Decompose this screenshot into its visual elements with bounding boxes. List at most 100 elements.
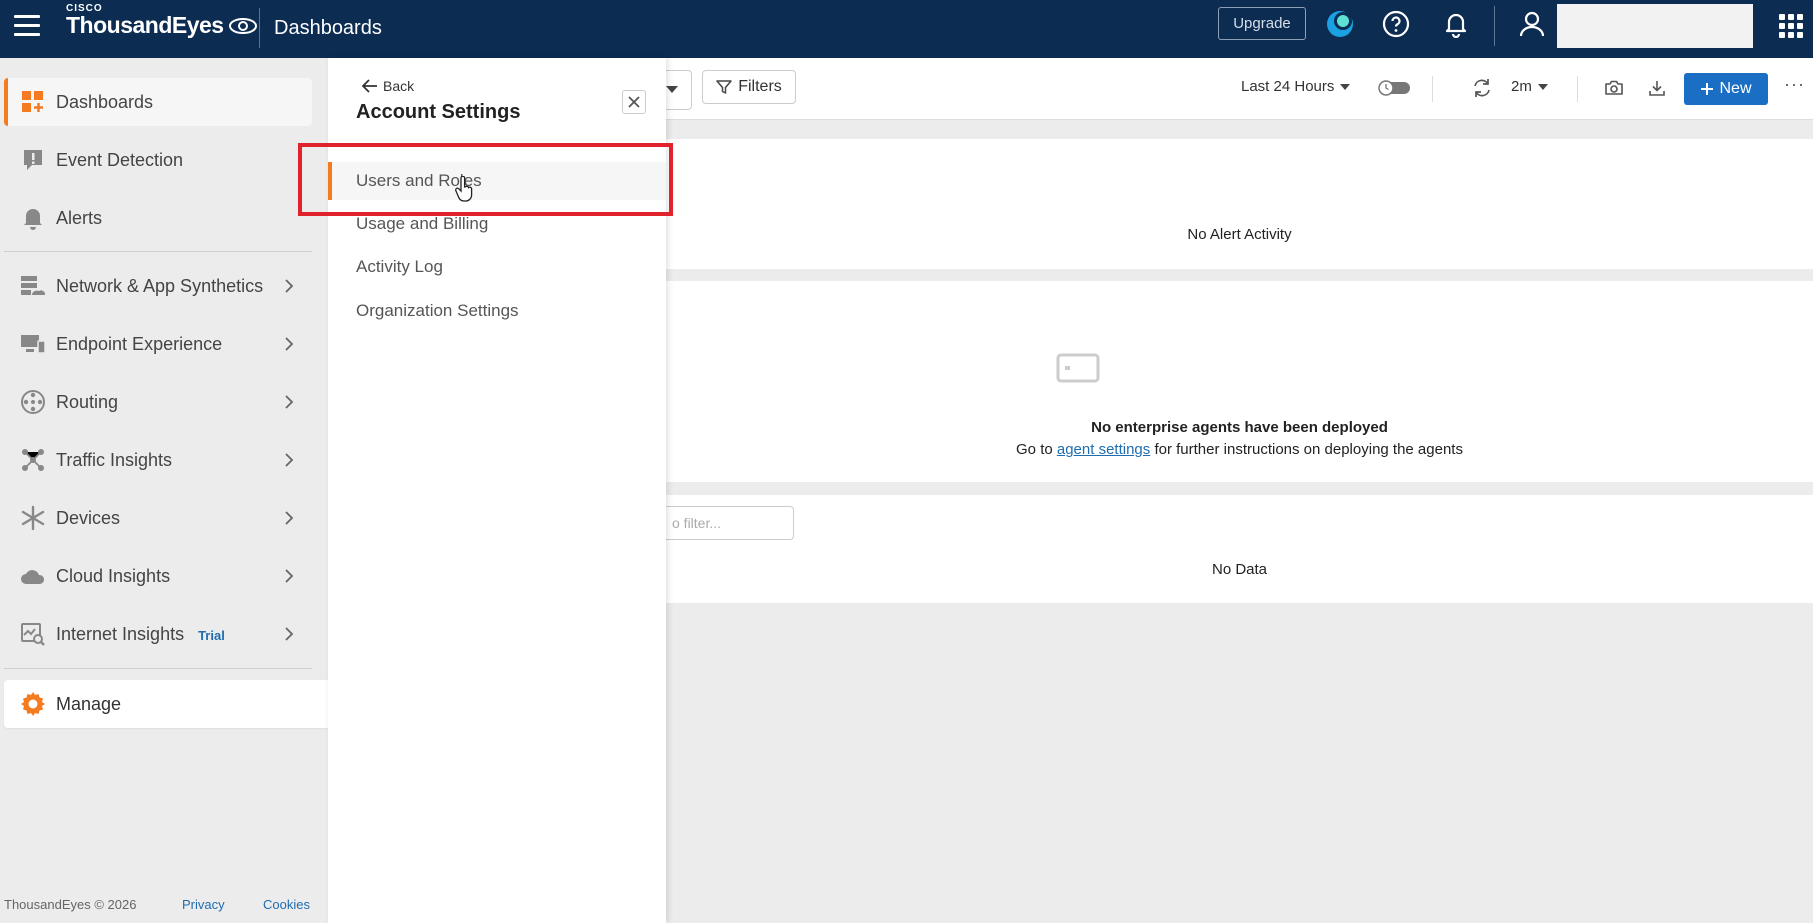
account-settings-panel: Back Account Settings Users and Roles Us… [328, 58, 666, 923]
panel-title: Account Settings [356, 101, 521, 123]
cloud-icon [20, 563, 46, 589]
nav-item-endpoint-experience[interactable]: Endpoint Experience [4, 320, 312, 368]
assistant-icon[interactable] [1324, 8, 1356, 40]
nav-label: Network & App Synthetics [56, 275, 264, 296]
menu-item-organization-settings[interactable]: Organization Settings [328, 292, 666, 330]
chevron-right-icon [285, 627, 294, 641]
menu-item-activity-log[interactable]: Activity Log [328, 248, 666, 286]
nav-divider [4, 668, 312, 669]
chevron-right-icon [285, 569, 294, 583]
caret-down-icon [666, 86, 678, 93]
caret-down-icon [1340, 83, 1351, 90]
more-options-icon[interactable]: ··· [1784, 74, 1805, 95]
top-bar: CISCO ThousandEyes Dashboards Upgrade [0, 0, 1813, 58]
nav-item-cloud-insights[interactable]: Cloud Insights [4, 552, 312, 600]
menu-item-users-and-roles[interactable]: Users and Roles [328, 162, 666, 200]
close-icon [628, 96, 640, 108]
time-range-dropdown[interactable]: Last 24 Hours [1241, 78, 1351, 95]
new-button[interactable]: New [1684, 73, 1768, 105]
user-name-box[interactable] [1557, 4, 1753, 48]
help-icon[interactable] [1380, 8, 1412, 40]
endpoint-devices-icon [20, 331, 46, 357]
data-table-widget: No Data [666, 495, 1813, 603]
upgrade-button[interactable]: Upgrade [1218, 7, 1306, 40]
no-agents-title: No enterprise agents have been deployed [1091, 419, 1388, 436]
agents-widget: No enterprise agents have been deployed … [666, 281, 1813, 482]
nav-item-internet-insights[interactable]: Internet Insights Trial [4, 610, 312, 658]
nav-item-alerts[interactable]: Alerts [4, 194, 312, 242]
dashboard-toolbar: Filters Last 24 Hours 2m New ··· [666, 58, 1813, 120]
filter-input[interactable] [666, 506, 794, 540]
chevron-right-icon [285, 337, 294, 351]
arrow-left-icon [362, 79, 377, 93]
logo-divider [259, 8, 260, 48]
dashboard-select-dropdown[interactable] [666, 70, 692, 110]
nav-item-event-detection[interactable]: Event Detection [4, 136, 312, 184]
nav-label: Devices [56, 507, 121, 528]
dashboards-icon [20, 89, 46, 115]
nav-label: Internet Insights [56, 623, 185, 644]
plus-icon [1701, 83, 1714, 95]
agent-settings-link[interactable]: agent settings [1057, 441, 1150, 458]
no-alert-activity-text: No Alert Activity [1187, 226, 1292, 243]
nav-item-traffic-insights[interactable]: Traffic Insights [4, 436, 312, 484]
nav-label: Routing [56, 391, 119, 412]
eye-logo-icon [228, 17, 257, 34]
app-switcher-icon[interactable] [1779, 14, 1803, 38]
back-label: Back [383, 78, 415, 94]
nav-label: Traffic Insights [56, 449, 173, 470]
alerts-widget: No Alert Activity [666, 139, 1813, 269]
time-range-value: Last 24 Hours [1241, 78, 1335, 95]
devices-asterisk-icon [20, 505, 46, 531]
nav-label: Cloud Insights [56, 565, 171, 586]
thousandeyes-logo[interactable]: CISCO ThousandEyes [66, 3, 258, 39]
notifications-bell-icon[interactable] [1440, 8, 1472, 40]
agent-device-icon [1056, 353, 1100, 383]
gear-icon [20, 691, 46, 717]
menu-item-usage-and-billing[interactable]: Usage and Billing [328, 205, 666, 243]
event-detection-icon [20, 147, 46, 173]
internet-insights-icon [20, 621, 46, 647]
trial-badge: Trial [198, 627, 225, 643]
back-button[interactable]: Back [362, 78, 414, 94]
hamburger-menu-icon[interactable] [14, 15, 40, 37]
nav-item-dashboards[interactable]: Dashboards [4, 78, 312, 126]
refresh-interval-dropdown[interactable]: 2m [1511, 78, 1548, 95]
nav-label: Event Detection [56, 149, 184, 170]
chevron-right-icon [285, 511, 294, 525]
nav-divider [4, 251, 312, 252]
footer-copyright: ThousandEyes © 2026 [4, 897, 137, 912]
refresh-icon[interactable] [1470, 76, 1494, 100]
alerts-bell-icon [20, 205, 46, 231]
user-profile-icon[interactable] [1516, 8, 1548, 40]
camera-snapshot-icon[interactable] [1602, 76, 1626, 100]
new-label: New [1719, 80, 1752, 97]
filters-button[interactable]: Filters [702, 70, 796, 104]
nav-item-routing[interactable]: Routing [4, 378, 312, 426]
toolbar-divider [1577, 76, 1578, 102]
nav-item-network-app-synthetics[interactable]: Network & App Synthetics [4, 262, 312, 310]
network-synthetics-icon [20, 273, 46, 299]
caret-down-icon [1537, 83, 1548, 90]
chevron-right-icon [285, 279, 294, 293]
cookies-link[interactable]: Cookies [263, 897, 310, 912]
filter-icon [716, 80, 732, 94]
routing-icon [20, 389, 46, 415]
live-mode-toggle[interactable] [1378, 80, 1412, 96]
topbar-divider [1494, 6, 1495, 46]
nav-item-devices[interactable]: Devices [4, 494, 312, 542]
brand-name: ThousandEyes [66, 12, 224, 38]
left-navigation: Dashboards Event Detection Alerts Networ… [0, 58, 328, 923]
nav-label: Alerts [56, 207, 103, 228]
download-icon[interactable] [1645, 76, 1669, 100]
refresh-interval-value: 2m [1511, 78, 1532, 95]
toolbar-divider [1432, 76, 1433, 102]
no-data-text: No Data [1211, 561, 1268, 578]
chevron-right-icon [285, 453, 294, 467]
nav-item-manage[interactable]: Manage [4, 680, 328, 728]
close-panel-button[interactable] [622, 90, 646, 114]
privacy-link[interactable]: Privacy [182, 897, 225, 912]
nav-label: Manage [56, 693, 122, 714]
traffic-network-icon [20, 447, 46, 473]
filters-label: Filters [738, 78, 782, 95]
